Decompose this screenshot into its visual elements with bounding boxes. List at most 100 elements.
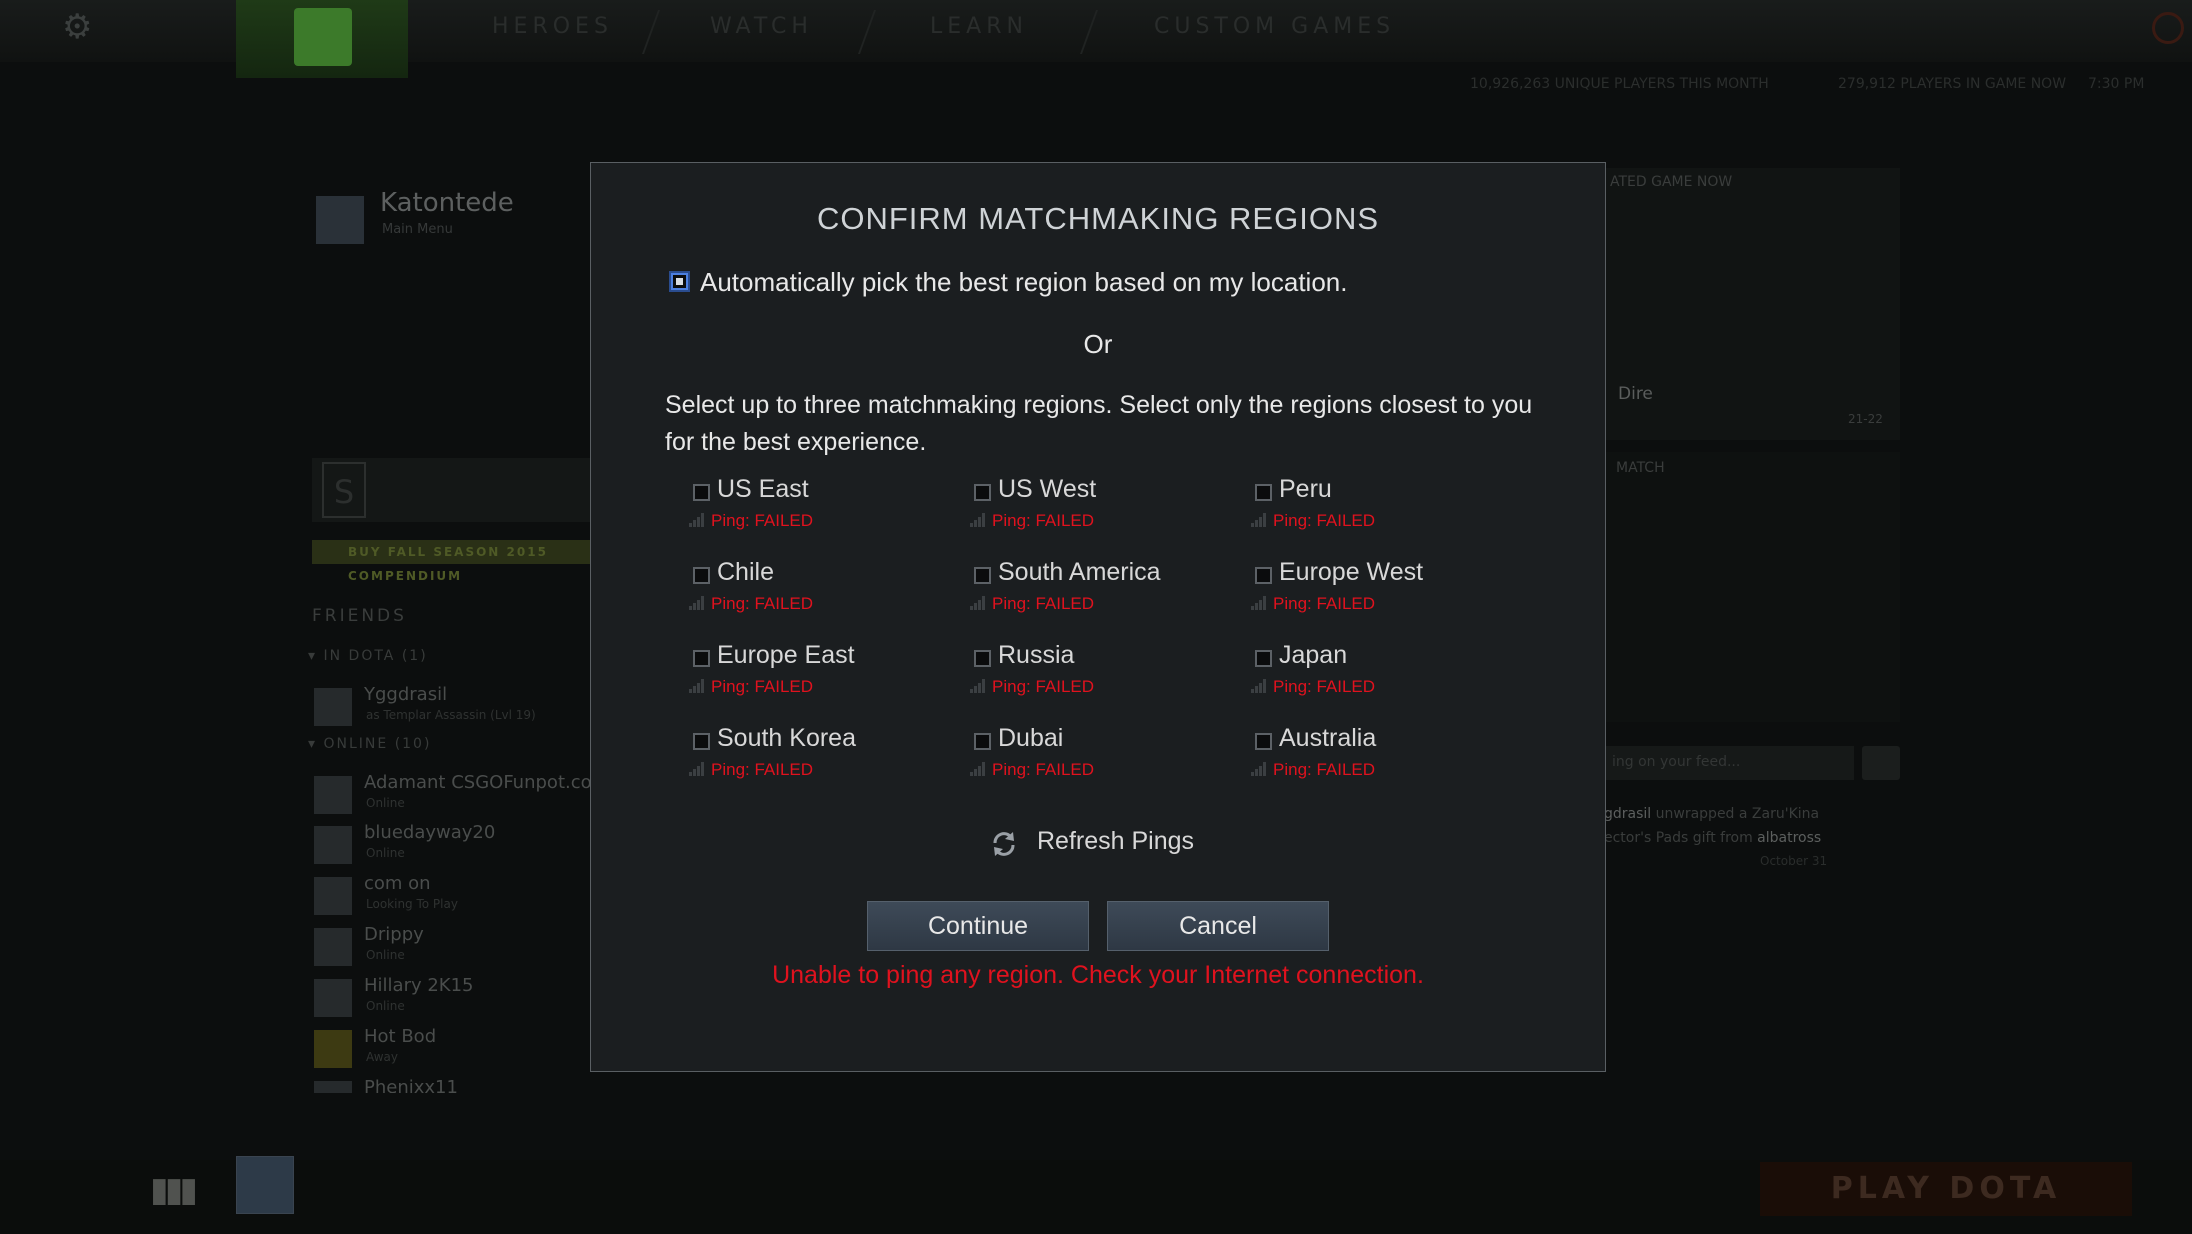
region-ping-status: Ping: FAILED — [1273, 760, 1376, 779]
dota-logo-button[interactable] — [236, 0, 408, 78]
region-checkbox-europe-west[interactable] — [1255, 567, 1272, 584]
friend-item[interactable]: com on Looking To Play — [314, 873, 604, 917]
continue-button[interactable]: Continue — [867, 901, 1089, 951]
region-ping-status: Ping: FAILED — [992, 594, 1095, 613]
auto-pick-checkbox[interactable] — [671, 273, 688, 290]
in-dota-count: (1) — [401, 648, 428, 664]
region-checkbox-dubai[interactable] — [974, 733, 991, 750]
friends-title: FRIENDS — [312, 606, 407, 626]
signal-bars-icon — [970, 762, 985, 776]
region-name-south-america[interactable]: South America — [998, 558, 1161, 587]
signal-bars-icon — [970, 679, 985, 693]
region-name-south-korea[interactable]: South Korea — [717, 724, 856, 753]
friend-avatar — [314, 688, 352, 726]
region-ping-status: Ping: FAILED — [1273, 677, 1376, 696]
region-name-peru[interactable]: Peru — [1279, 475, 1332, 504]
signal-bars-icon — [689, 679, 704, 693]
nav-heroes[interactable]: HEROES — [492, 14, 613, 39]
profile-name[interactable]: Katontede — [380, 188, 514, 218]
region-ping-status: Ping: FAILED — [1273, 594, 1376, 613]
region-ping-status: Ping: FAILED — [711, 594, 814, 613]
region-name-europe-west[interactable]: Europe West — [1279, 558, 1423, 587]
region-ping-status: Ping: FAILED — [711, 511, 814, 530]
dialog-title: CONFIRM MATCHMAKING REGIONS — [816, 201, 1380, 236]
friend-item[interactable]: Hillary 2K15 Online — [314, 975, 604, 1019]
unique-players-stat: 10,926,263 UNIQUE PLAYERS THIS MONTH — [1470, 76, 1769, 92]
region-checkbox-russia[interactable] — [974, 650, 991, 667]
bottom-avatar[interactable] — [236, 1156, 294, 1214]
region-checkbox-europe-east[interactable] — [693, 650, 710, 667]
friend-item[interactable]: bluedayway20 Online — [314, 822, 604, 866]
friend-status: Away — [366, 1050, 398, 1064]
region-name-australia[interactable]: Australia — [1279, 724, 1376, 753]
region-checkbox-us-west[interactable] — [974, 484, 991, 501]
friend-name: bluedayway20 — [364, 822, 496, 843]
feed-line: gdrasil unwrapped a Zaru'Kina — [1604, 806, 1819, 822]
friend-avatar — [314, 1081, 352, 1093]
region-name-dubai[interactable]: Dubai — [998, 724, 1063, 753]
friend-name: Yggdrasil — [364, 684, 448, 705]
nav-learn[interactable]: LEARN — [930, 14, 1028, 39]
match-label[interactable]: MATCH — [1616, 460, 1665, 476]
profile-avatar[interactable] — [316, 196, 364, 244]
online-group[interactable]: ▾ ONLINE (10) — [308, 736, 431, 752]
friend-name: Adamant CSGOFunpot.com — [364, 772, 610, 793]
region-name-us-east[interactable]: US East — [717, 475, 809, 504]
region-checkbox-south-america[interactable] — [974, 567, 991, 584]
party-icon[interactable]: ▮▮▮ — [150, 1170, 198, 1210]
signal-bars-icon — [970, 513, 985, 527]
feed-line: ector's Pads gift from albatross — [1604, 830, 1821, 846]
feed-user[interactable]: gdrasil — [1604, 806, 1651, 822]
region-checkbox-chile[interactable] — [693, 567, 710, 584]
region-name-us-west[interactable]: US West — [998, 475, 1096, 504]
friend-status: Looking To Play — [366, 897, 458, 911]
friend-avatar — [314, 1030, 352, 1068]
region-name-russia[interactable]: Russia — [998, 641, 1074, 670]
matchmaking-regions-dialog: CONFIRM MATCHMAKING REGIONS Automaticall… — [590, 162, 1606, 1072]
region-name-europe-east[interactable]: Europe East — [717, 641, 855, 670]
friend-avatar — [314, 928, 352, 966]
region-checkbox-south-korea[interactable] — [693, 733, 710, 750]
settings-gear-icon[interactable]: ⚙ — [62, 10, 92, 44]
friend-item[interactable]: Hot Bod Away — [314, 1026, 604, 1070]
region-name-japan[interactable]: Japan — [1279, 641, 1347, 670]
region-checkbox-us-east[interactable] — [693, 484, 710, 501]
friend-avatar — [314, 776, 352, 814]
nav-custom-games[interactable]: CUSTOM GAMES — [1154, 14, 1395, 39]
region-checkbox-australia[interactable] — [1255, 733, 1272, 750]
nav-watch[interactable]: WATCH — [710, 14, 813, 39]
friend-status: Online — [366, 948, 405, 962]
cancel-button[interactable]: Cancel — [1107, 901, 1329, 951]
friend-avatar — [314, 979, 352, 1017]
region-ping-status: Ping: FAILED — [992, 511, 1095, 530]
in-dota-group[interactable]: ▾ IN DOTA (1) — [308, 648, 428, 664]
feed-input[interactable]: ing on your feed... — [1604, 746, 1854, 780]
game-score: 21-22 — [1848, 412, 1883, 426]
featured-lower-panel — [1604, 452, 1900, 722]
power-icon[interactable] — [2152, 12, 2184, 44]
play-dota-button[interactable]: PLAY DOTA — [1760, 1162, 2132, 1216]
feed-submit-button[interactable] — [1862, 746, 1900, 780]
feed-text: unwrapped a Zaru'Kina — [1651, 806, 1820, 822]
friend-name: Hot Bod — [364, 1026, 437, 1047]
refresh-pings-label: Refresh Pings — [1037, 827, 1195, 855]
friend-item[interactable]: Phenixx11 — [314, 1077, 604, 1093]
buy-compendium-button[interactable]: BUY FALL SEASON 2015 COMPENDIUM — [312, 540, 592, 583]
friend-name: Hillary 2K15 — [364, 975, 474, 996]
region-name-chile[interactable]: Chile — [717, 558, 774, 587]
friend-item[interactable]: Drippy Online — [314, 924, 604, 968]
clock: 7:30 PM — [2088, 76, 2145, 92]
region-checkbox-japan[interactable] — [1255, 650, 1272, 667]
in-dota-label: IN DOTA — [323, 648, 396, 664]
signal-bars-icon — [1251, 762, 1266, 776]
region-ping-status: Ping: FAILED — [1273, 511, 1376, 530]
feed-date: October 31 — [1760, 854, 1828, 868]
feed-text: ector's Pads gift from — [1604, 830, 1758, 846]
feed-user[interactable]: albatross — [1757, 830, 1821, 846]
friend-avatar — [314, 877, 352, 915]
friend-item[interactable]: Adamant CSGOFunpot.com Online — [314, 772, 609, 816]
auto-pick-label[interactable]: Automatically pick the best region based… — [700, 267, 1347, 298]
friend-item[interactable]: Yggdrasil as Templar Assassin (Lvl 19) — [314, 684, 604, 728]
region-checkbox-peru[interactable] — [1255, 484, 1272, 501]
refresh-icon — [993, 832, 1015, 856]
